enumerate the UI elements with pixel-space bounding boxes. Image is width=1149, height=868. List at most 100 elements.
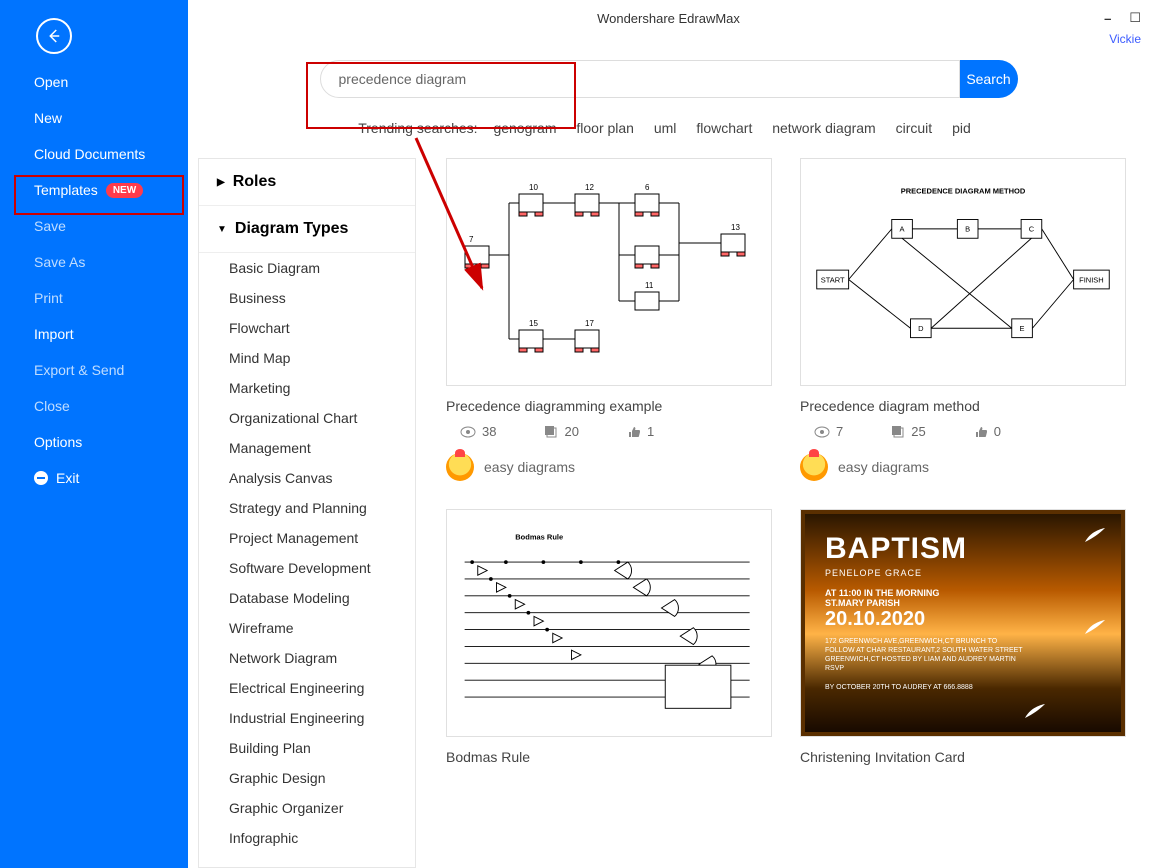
filter-type-item[interactable]: Infographic xyxy=(199,823,415,853)
template-card: Bodmas Rule xyxy=(446,509,772,765)
svg-text:10: 10 xyxy=(529,183,538,192)
results-area[interactable]: 10 12 6 7 11 13 15 17 xyxy=(416,158,1149,868)
template-thumbnail[interactable]: 10 12 6 7 11 13 15 17 xyxy=(446,158,772,386)
svg-text:7: 7 xyxy=(469,235,474,244)
baptism-date: 20.10.2020 xyxy=(825,608,1101,631)
trending-link[interactable]: pid xyxy=(952,120,971,136)
filter-section-diagram-types[interactable]: ▼ Diagram Types xyxy=(199,206,415,253)
filter-type-item[interactable]: Building Plan xyxy=(199,733,415,763)
diagram-preview: Bodmas Rule xyxy=(459,523,759,723)
user-label[interactable]: Vickie xyxy=(1109,32,1141,46)
trending-link[interactable]: network diagram xyxy=(772,120,876,136)
eye-icon xyxy=(460,426,476,438)
svg-text:13: 13 xyxy=(731,223,740,232)
sidebar-item-label: New xyxy=(34,110,62,126)
sidebar-item-import[interactable]: Import xyxy=(0,316,188,352)
trending-link[interactable]: floor plan xyxy=(576,120,634,136)
sidebar-item-label: Cloud Documents xyxy=(34,146,145,162)
search-button[interactable]: Search xyxy=(960,60,1018,98)
template-stats: 7 25 0 xyxy=(800,424,1126,439)
sidebar-item-label: Save As xyxy=(34,254,85,270)
svg-text:FINISH: FINISH xyxy=(1079,275,1104,284)
eye-icon xyxy=(814,426,830,438)
sidebar-item-open[interactable]: Open xyxy=(0,64,188,100)
sidebar-item-label: Import xyxy=(34,326,74,342)
filter-type-item[interactable]: Project Management xyxy=(199,523,415,553)
filter-type-item[interactable]: Management xyxy=(199,433,415,463)
filter-type-item[interactable]: Graphic Organizer xyxy=(199,793,415,823)
sidebar-item-label: Save xyxy=(34,218,66,234)
svg-text:15: 15 xyxy=(529,319,538,328)
filter-type-item[interactable]: Software Development xyxy=(199,553,415,583)
trending-link[interactable]: genogram xyxy=(493,120,556,136)
sidebar-item-options[interactable]: Options xyxy=(0,424,188,460)
copy-icon xyxy=(891,425,905,439)
filter-type-item[interactable]: Graphic Design xyxy=(199,763,415,793)
baptism-heading: BAPTISM xyxy=(825,532,1101,566)
sidebar-item-exit[interactable]: Exit xyxy=(0,460,188,496)
avatar-icon xyxy=(800,453,828,481)
like-icon xyxy=(974,425,988,439)
template-card: 10 12 6 7 11 13 15 17 xyxy=(446,158,772,481)
svg-text:START: START xyxy=(821,275,845,284)
filter-type-item[interactable]: Analysis Canvas xyxy=(199,463,415,493)
sidebar-item-cloud-documents[interactable]: Cloud Documents xyxy=(0,136,188,172)
filter-type-item[interactable]: Electrical Engineering xyxy=(199,673,415,703)
template-thumbnail[interactable]: Bodmas Rule xyxy=(446,509,772,737)
filter-type-item[interactable]: Basic Diagram xyxy=(199,253,415,283)
template-author[interactable]: easy diagrams xyxy=(800,453,1126,481)
feather-icon xyxy=(1025,704,1045,718)
minimize-button[interactable]: – xyxy=(1104,11,1111,26)
filter-type-item[interactable]: Network Diagram xyxy=(199,643,415,673)
filter-panel: ▶ Roles ▼ Diagram Types Basic DiagramBus… xyxy=(198,158,416,868)
sidebar: Open New Cloud Documents Templates NEW S… xyxy=(0,0,188,868)
filter-type-item[interactable]: Wireframe xyxy=(199,613,415,643)
sidebar-item-print[interactable]: Print xyxy=(0,280,188,316)
trending-link[interactable]: circuit xyxy=(896,120,933,136)
maximize-button[interactable]: ☐ xyxy=(1129,10,1141,26)
svg-text:A: A xyxy=(900,225,905,234)
filter-type-item[interactable]: Database Modeling xyxy=(199,583,415,613)
template-thumbnail[interactable]: BAPTISM PENELOPE GRACE AT 11:00 IN THE M… xyxy=(800,509,1126,737)
svg-text:Bodmas Rule: Bodmas Rule xyxy=(515,533,563,542)
sidebar-item-new[interactable]: New xyxy=(0,100,188,136)
svg-text:E: E xyxy=(1020,324,1025,333)
chevron-down-icon: ▼ xyxy=(217,224,227,235)
search-row: Search xyxy=(188,60,1149,98)
sidebar-item-save[interactable]: Save xyxy=(0,208,188,244)
svg-text:12: 12 xyxy=(585,183,594,192)
svg-text:C: C xyxy=(1029,225,1035,234)
template-card: PRECEDENCE DIAGRAM METHOD START A B C D … xyxy=(800,158,1126,481)
sidebar-item-export-send[interactable]: Export & Send xyxy=(0,352,188,388)
sidebar-item-templates[interactable]: Templates NEW xyxy=(0,172,188,208)
svg-text:6: 6 xyxy=(645,183,650,192)
stat-views: 7 xyxy=(836,424,843,439)
sidebar-item-label: Options xyxy=(34,434,82,450)
filter-type-item[interactable]: Flowchart xyxy=(199,313,415,343)
filter-section-roles[interactable]: ▶ Roles xyxy=(199,159,415,206)
sidebar-item-label: Templates xyxy=(34,182,98,198)
trending-link[interactable]: flowchart xyxy=(696,120,752,136)
sidebar-item-save-as[interactable]: Save As xyxy=(0,244,188,280)
diagram-preview: 10 12 6 7 11 13 15 17 xyxy=(459,172,759,372)
template-thumbnail[interactable]: PRECEDENCE DIAGRAM METHOD START A B C D … xyxy=(800,158,1126,386)
baptism-time: AT 11:00 IN THE MORNING ST.MARY PARISH xyxy=(825,588,1101,608)
new-badge: NEW xyxy=(106,183,143,198)
search-input[interactable] xyxy=(320,60,960,98)
filter-type-item[interactable]: Industrial Engineering xyxy=(199,703,415,733)
template-title: Bodmas Rule xyxy=(446,749,772,765)
sidebar-item-close[interactable]: Close xyxy=(0,388,188,424)
trending-link[interactable]: uml xyxy=(654,120,677,136)
filter-type-item[interactable]: Organizational Chart xyxy=(199,403,415,433)
sidebar-item-label: Close xyxy=(34,398,70,414)
author-name: easy diagrams xyxy=(484,459,575,475)
filter-type-item[interactable]: Business xyxy=(199,283,415,313)
trending-searches: Trending searches: genogram floor plan u… xyxy=(188,120,1149,136)
filter-type-item[interactable]: Mind Map xyxy=(199,343,415,373)
filter-type-item[interactable]: Strategy and Planning xyxy=(199,493,415,523)
like-icon xyxy=(627,425,641,439)
exit-icon xyxy=(34,471,48,485)
filter-type-item[interactable]: Marketing xyxy=(199,373,415,403)
template-author[interactable]: easy diagrams xyxy=(446,453,772,481)
back-button[interactable] xyxy=(36,18,72,54)
